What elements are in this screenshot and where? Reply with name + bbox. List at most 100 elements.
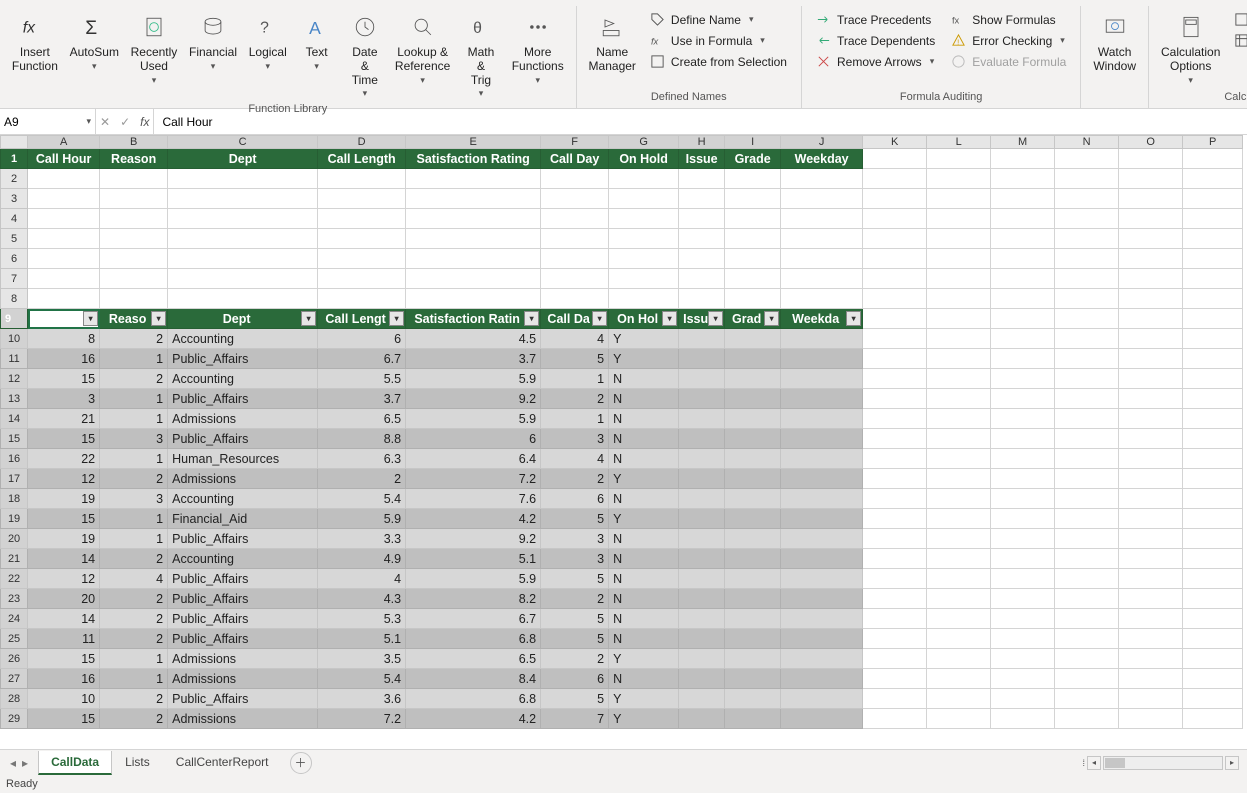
cell[interactable]: 6 bbox=[541, 489, 609, 509]
cell[interactable]: Public_Affairs bbox=[168, 589, 318, 609]
cell[interactable]: 6.5 bbox=[318, 409, 406, 429]
cell[interactable]: Call Day bbox=[541, 149, 609, 169]
cell[interactable] bbox=[406, 289, 541, 309]
filter-dropdown-icon[interactable]: ▾ bbox=[83, 311, 98, 326]
cell[interactable] bbox=[679, 169, 725, 189]
math-trig-button[interactable]: θ Math & Trig ▾ bbox=[456, 8, 506, 103]
cell[interactable] bbox=[100, 269, 168, 289]
cell[interactable]: 1 bbox=[541, 409, 609, 429]
cell[interactable] bbox=[1119, 289, 1183, 309]
cell[interactable] bbox=[781, 609, 863, 629]
cell[interactable] bbox=[168, 189, 318, 209]
cell[interactable] bbox=[609, 269, 679, 289]
cell[interactable] bbox=[781, 289, 863, 309]
cell[interactable]: 6.4 bbox=[406, 449, 541, 469]
formula-input[interactable] bbox=[162, 115, 1239, 129]
column-header[interactable]: A bbox=[28, 136, 100, 149]
cell[interactable] bbox=[927, 569, 991, 589]
cell[interactable] bbox=[927, 529, 991, 549]
cell[interactable] bbox=[927, 689, 991, 709]
dropdown-icon[interactable]: ▾ bbox=[86, 116, 91, 127]
cell[interactable] bbox=[927, 389, 991, 409]
column-header[interactable]: P bbox=[1183, 136, 1243, 149]
row-header[interactable]: 1 bbox=[1, 149, 28, 169]
cell[interactable]: 3 bbox=[541, 549, 609, 569]
cell[interactable] bbox=[679, 449, 725, 469]
cell[interactable]: N bbox=[609, 529, 679, 549]
cell[interactable]: 1 bbox=[100, 649, 168, 669]
cell[interactable]: 16 bbox=[28, 669, 100, 689]
row-header[interactable]: 2 bbox=[1, 169, 28, 189]
cell[interactable]: Public_Affairs bbox=[168, 689, 318, 709]
cell[interactable] bbox=[863, 409, 927, 429]
cell[interactable]: 2 bbox=[100, 629, 168, 649]
filter-header-cell[interactable]: Dept▾ bbox=[168, 309, 318, 329]
cell[interactable] bbox=[781, 209, 863, 229]
cell[interactable] bbox=[609, 289, 679, 309]
cell[interactable]: 1 bbox=[100, 529, 168, 549]
cell[interactable]: 14 bbox=[28, 609, 100, 629]
cell[interactable] bbox=[679, 349, 725, 369]
cell[interactable]: 15 bbox=[28, 429, 100, 449]
filter-header-cell[interactable]: Call Da▾ bbox=[541, 309, 609, 329]
cell[interactable] bbox=[1055, 649, 1119, 669]
filter-header-cell[interactable]: Weekda▾ bbox=[781, 309, 863, 329]
cell[interactable] bbox=[679, 189, 725, 209]
cell[interactable] bbox=[991, 689, 1055, 709]
cell[interactable]: Financial_Aid bbox=[168, 509, 318, 529]
text-button[interactable]: A Text ▾ bbox=[293, 8, 341, 75]
row-header[interactable]: 9 bbox=[1, 309, 28, 329]
cell[interactable] bbox=[679, 649, 725, 669]
cell[interactable]: 1 bbox=[100, 349, 168, 369]
cell[interactable] bbox=[406, 189, 541, 209]
cell[interactable] bbox=[679, 249, 725, 269]
cell[interactable] bbox=[1183, 169, 1243, 189]
cell[interactable]: 1 bbox=[541, 369, 609, 389]
cell[interactable]: 9.2 bbox=[406, 529, 541, 549]
column-header[interactable]: G bbox=[609, 136, 679, 149]
cell[interactable] bbox=[863, 689, 927, 709]
cell[interactable] bbox=[991, 489, 1055, 509]
cell[interactable] bbox=[927, 629, 991, 649]
cell[interactable] bbox=[991, 529, 1055, 549]
cell[interactable] bbox=[781, 389, 863, 409]
filter-dropdown-icon[interactable]: ▾ bbox=[764, 311, 779, 326]
horizontal-scrollbar[interactable]: ⁞ ◂ ▸ bbox=[1082, 756, 1247, 770]
cell[interactable] bbox=[1055, 269, 1119, 289]
cell[interactable] bbox=[725, 349, 781, 369]
cell[interactable] bbox=[863, 569, 927, 589]
tab-nav-buttons[interactable]: ◂ ▸ bbox=[0, 756, 38, 770]
cell[interactable] bbox=[725, 569, 781, 589]
cell[interactable] bbox=[1119, 689, 1183, 709]
cell[interactable] bbox=[991, 169, 1055, 189]
cell[interactable] bbox=[1055, 369, 1119, 389]
cell[interactable]: 2 bbox=[541, 589, 609, 609]
cell[interactable]: 6 bbox=[541, 669, 609, 689]
more-functions-button[interactable]: More Functions ▾ bbox=[506, 8, 570, 89]
column-header[interactable]: E bbox=[406, 136, 541, 149]
cell[interactable]: 20 bbox=[28, 589, 100, 609]
cell[interactable]: 6.5 bbox=[406, 649, 541, 669]
cell[interactable] bbox=[679, 609, 725, 629]
cell[interactable]: 2 bbox=[541, 469, 609, 489]
cell[interactable] bbox=[781, 589, 863, 609]
cell[interactable]: 5.5 bbox=[318, 369, 406, 389]
cell[interactable]: Admissions bbox=[168, 669, 318, 689]
cell[interactable] bbox=[1055, 609, 1119, 629]
cell[interactable]: N bbox=[609, 409, 679, 429]
cell[interactable] bbox=[781, 349, 863, 369]
row-header[interactable]: 3 bbox=[1, 189, 28, 209]
cell[interactable] bbox=[863, 669, 927, 689]
cell[interactable]: 2 bbox=[100, 589, 168, 609]
cell[interactable] bbox=[781, 369, 863, 389]
cell[interactable] bbox=[609, 169, 679, 189]
cell[interactable] bbox=[863, 389, 927, 409]
cell[interactable] bbox=[725, 229, 781, 249]
cell[interactable] bbox=[1119, 469, 1183, 489]
enter-icon[interactable]: ✓ bbox=[120, 115, 130, 129]
cell[interactable] bbox=[781, 529, 863, 549]
cell[interactable]: 5.1 bbox=[406, 549, 541, 569]
cell[interactable] bbox=[1119, 589, 1183, 609]
cell[interactable] bbox=[725, 669, 781, 689]
cell[interactable] bbox=[863, 449, 927, 469]
